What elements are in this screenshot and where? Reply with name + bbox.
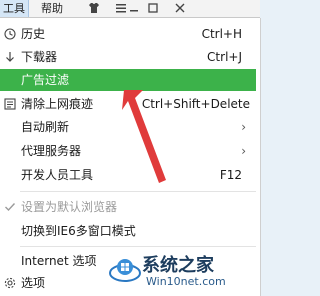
menu-item-label: 开发人员工具: [21, 168, 94, 182]
menu-item-downloader[interactable]: 下载器 Ctrl+J: [0, 46, 256, 68]
window-toolbar: 工具 帮助: [0, 0, 260, 18]
skin-icon[interactable]: [84, 0, 104, 17]
menu-item-label: 设置为默认浏览器: [21, 200, 118, 214]
menu-item-auto-refresh[interactable]: 自动刷新 ›: [0, 116, 256, 138]
checkmark-icon: [3, 196, 17, 220]
menu-item-shortcut: F12: [219, 168, 242, 182]
site-watermark: 系统之家 Win10net.com: [108, 247, 260, 296]
menu-separator: [20, 191, 256, 192]
tools-menu-button[interactable]: 工具: [0, 0, 29, 17]
menu-item-shortcut: Ctrl+H: [201, 27, 242, 41]
help-menu-button[interactable]: 帮助: [34, 0, 70, 17]
menu-item-label: 广告过滤: [21, 73, 70, 87]
menu-item-label: 清除上网痕迹: [21, 97, 94, 111]
menu-item-shortcut: Ctrl+J: [207, 50, 242, 64]
menu-item-set-default-browser: 设置为默认浏览器: [0, 196, 256, 218]
menu-item-ie6-mode[interactable]: 切换到IE6多窗口模式: [0, 220, 256, 242]
menu-item-dev-tools[interactable]: 开发人员工具 F12: [0, 164, 256, 186]
clear-history-icon: [3, 93, 17, 117]
chevron-right-icon: ›: [241, 120, 246, 134]
menu-item-label: Internet 选项: [21, 254, 97, 268]
menu-item-shortcut: Ctrl+Shift+Delete: [141, 97, 250, 111]
menu-item-clear-traces[interactable]: 清除上网痕迹 Ctrl+Shift+Delete: [0, 93, 256, 115]
menu-item-label: 下载器: [21, 50, 58, 64]
menu-item-label: 选项: [21, 276, 46, 290]
menu-item-label: 代理服务器: [21, 144, 82, 158]
gear-icon: [3, 272, 17, 296]
menu-item-ad-filter[interactable]: 广告过滤: [0, 69, 256, 91]
minimize-icon[interactable]: [125, 0, 143, 17]
maximize-icon[interactable]: [144, 0, 162, 17]
site-title: 系统之家: [142, 255, 214, 276]
clock-icon: [3, 23, 17, 47]
close-icon[interactable]: [171, 0, 189, 17]
site-logo-icon: [109, 259, 141, 282]
site-url: Win10net.com: [146, 275, 226, 288]
menu-item-label: 切换到IE6多窗口模式: [21, 224, 136, 238]
chevron-right-icon: ›: [241, 144, 246, 158]
menu-item-proxy-server[interactable]: 代理服务器 ›: [0, 140, 256, 162]
menu-item-label: 自动刷新: [21, 120, 70, 134]
download-arrow-icon: [3, 46, 17, 70]
menu-item-history[interactable]: 历史 Ctrl+H: [0, 23, 256, 45]
menu-item-label: 历史: [21, 27, 46, 41]
